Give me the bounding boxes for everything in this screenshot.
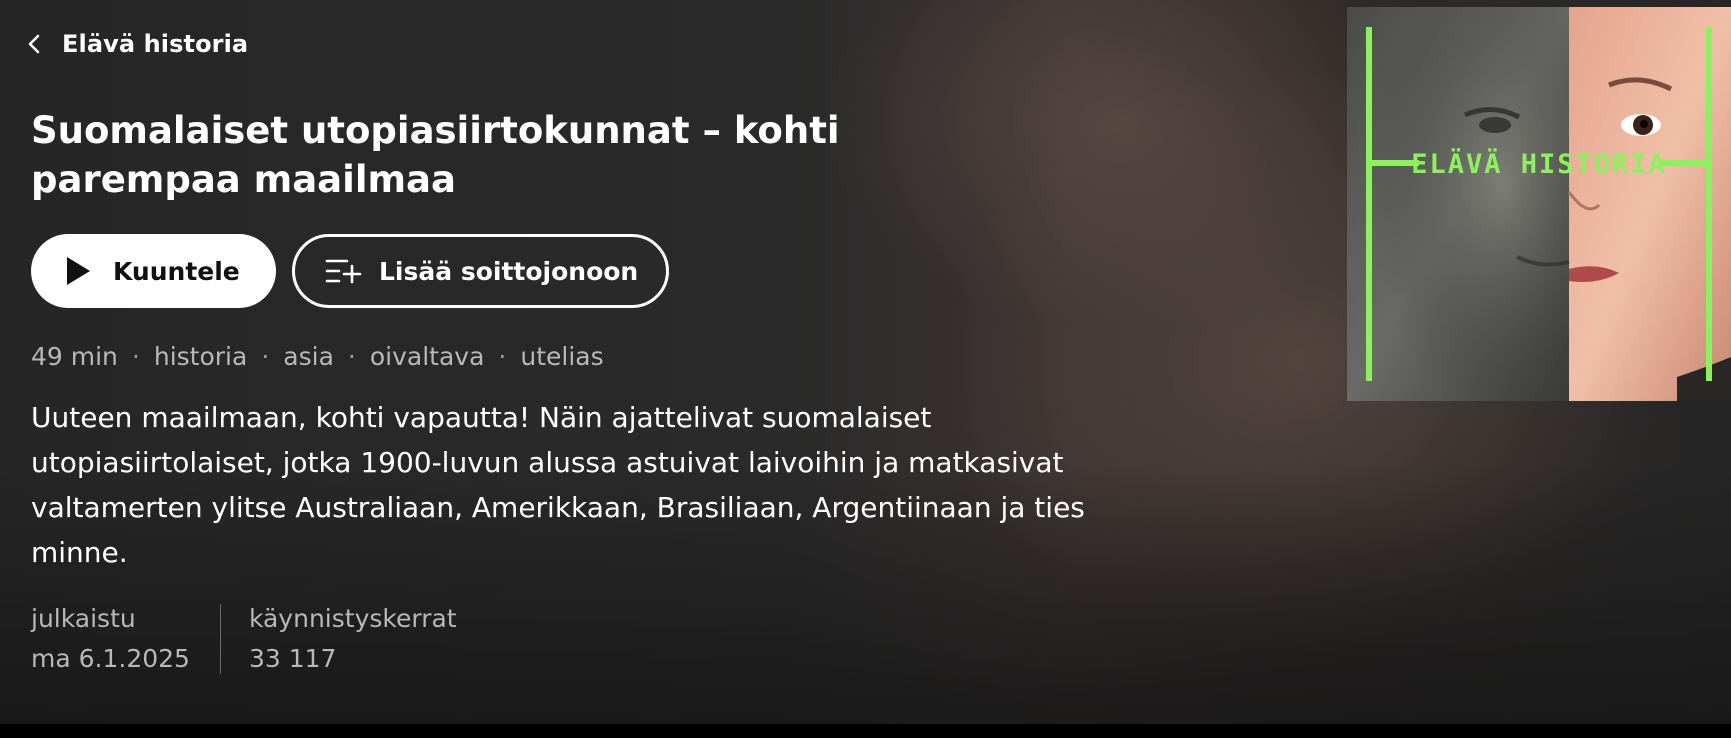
meta-separator: · bbox=[261, 342, 270, 371]
listen-button-label: Kuuntele bbox=[113, 256, 240, 286]
meta-separator: · bbox=[498, 342, 507, 371]
queue-add-icon bbox=[325, 259, 362, 284]
tag-insightful: oivaltava bbox=[369, 342, 485, 371]
cover-series-text: ELÄVÄ HISTORIA bbox=[1411, 148, 1667, 180]
tag-history: historia bbox=[153, 342, 248, 371]
listen-button[interactable]: Kuuntele bbox=[31, 234, 276, 308]
episode-title: Suomalaiset utopiasiirtokunnat – kohti p… bbox=[31, 109, 840, 201]
plays-label: käynnistyskerrat bbox=[248, 604, 457, 633]
chevron-left-icon bbox=[28, 34, 40, 54]
episode-page: Elävä historia Suomalaiset utopiasiirtok… bbox=[0, 0, 1731, 724]
meta-separator: · bbox=[347, 342, 356, 371]
add-to-queue-button[interactable]: Lisää soittojonoon bbox=[292, 234, 669, 308]
published-date: ma 6.1.2025 bbox=[31, 644, 190, 673]
back-link-label: Elävä historia bbox=[62, 30, 249, 58]
add-to-queue-label: Lisää soittojonoon bbox=[379, 256, 639, 286]
published-stat: julkaistu ma 6.1.2025 bbox=[31, 604, 221, 674]
tag-fact: asia bbox=[283, 342, 334, 371]
episode-description: Uuteen maailmaan, kohti vapautta! Näin a… bbox=[31, 401, 1085, 569]
episode-meta: 49 min · historia · asia · oivaltava · u… bbox=[31, 342, 604, 371]
action-buttons: Kuuntele Lisää soittojonoon bbox=[31, 234, 669, 308]
play-icon bbox=[67, 257, 90, 285]
duration: 49 min bbox=[31, 342, 118, 371]
bottom-bar bbox=[0, 724, 1731, 738]
episode-stats: julkaistu ma 6.1.2025 käynnistyskerrat 3… bbox=[31, 604, 457, 674]
meta-separator: · bbox=[131, 342, 140, 371]
tag-curious: utelias bbox=[520, 342, 604, 371]
plays-count: 33 117 bbox=[248, 644, 337, 673]
plays-stat: käynnistyskerrat 33 117 bbox=[221, 604, 457, 674]
back-link[interactable]: Elävä historia bbox=[24, 30, 248, 58]
published-label: julkaistu bbox=[31, 604, 136, 633]
series-cover-art: ELÄVÄ HISTORIA bbox=[1347, 7, 1731, 401]
